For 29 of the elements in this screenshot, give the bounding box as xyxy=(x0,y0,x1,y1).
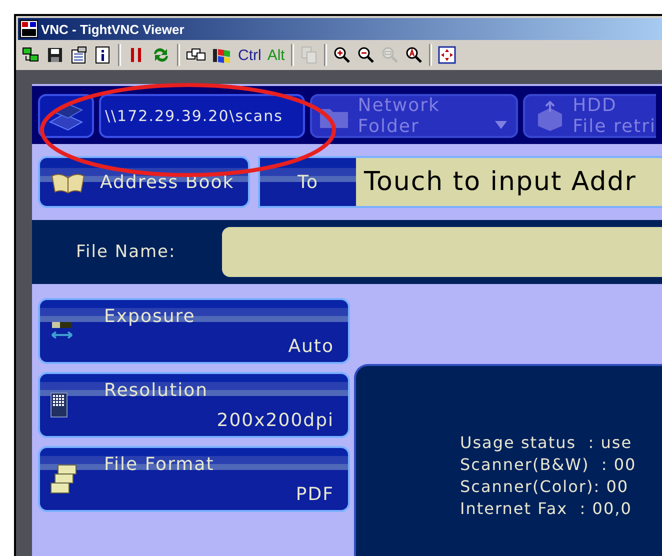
zoom-in-icon[interactable] xyxy=(332,46,351,64)
zoom-out-icon[interactable] xyxy=(356,46,375,64)
file-formats-icon xyxy=(50,464,78,494)
exposure-button[interactable]: Exposure Auto xyxy=(38,298,350,364)
tab-label: Network Folder xyxy=(358,95,440,137)
folder-path-tab[interactable]: \\172.29.39.20\scans xyxy=(98,94,305,138)
resolution-icon xyxy=(50,392,68,418)
usage-line: Internet Fax : 00,0 xyxy=(460,498,633,520)
info-icon[interactable] xyxy=(94,46,112,64)
zoom-auto-icon[interactable] xyxy=(404,46,423,64)
refresh-icon[interactable] xyxy=(151,46,171,64)
full-screen-icon[interactable] xyxy=(438,46,456,64)
resolution-button[interactable]: Resolution 200x200dpi xyxy=(38,372,350,438)
usage-line: Scanner(B&W) : 00 xyxy=(460,454,638,476)
key-button[interactable]: Ctrl xyxy=(238,46,262,64)
file-name-field[interactable] xyxy=(222,227,662,277)
exposure-icon xyxy=(50,321,74,341)
connection-icon[interactable] xyxy=(22,46,40,64)
app-icon xyxy=(20,20,38,38)
caret-icon xyxy=(494,120,508,130)
file-name-label: File Name: xyxy=(76,242,177,262)
file-format-button[interactable]: File Format PDF xyxy=(38,446,350,512)
save-icon[interactable] xyxy=(46,46,64,64)
tab-label: HDD File retri xyxy=(572,95,656,137)
usage-line: Usage status : use xyxy=(460,432,634,454)
windows-flag-icon[interactable] xyxy=(212,46,232,64)
options-icon[interactable] xyxy=(70,46,88,64)
usage-line: Scanner(Color): 00 xyxy=(460,476,630,498)
window-title: VNC - TightVNC Viewer xyxy=(41,22,184,36)
